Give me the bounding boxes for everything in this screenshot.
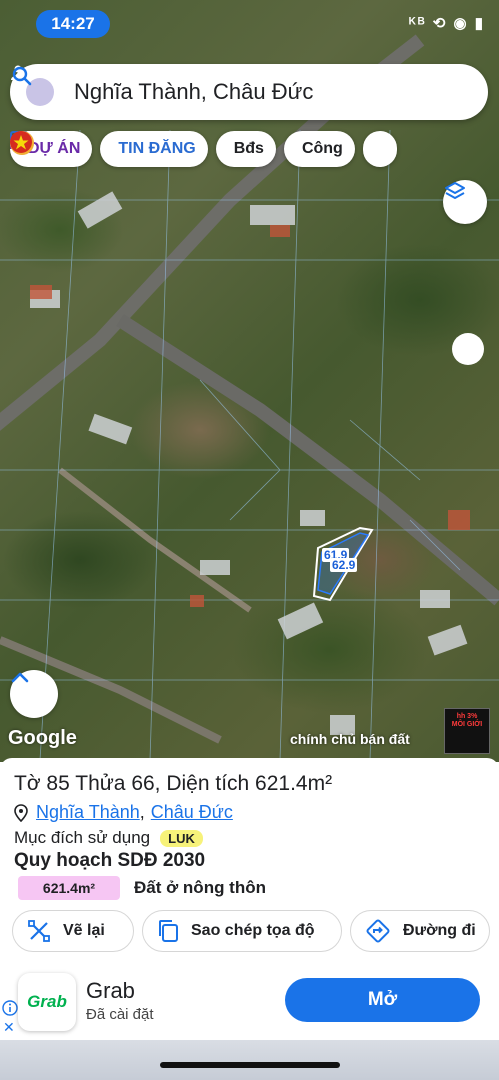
chip-tin-dang-label: TIN ĐĂNG — [118, 140, 196, 157]
copy-coords-label: Sao chép tọa độ — [191, 922, 315, 939]
copy-icon — [157, 919, 179, 943]
land-use-purpose: Mục đích sử dụng LUK — [14, 828, 203, 848]
search-icon[interactable] — [10, 64, 34, 88]
chip-bds[interactable]: Bđs — [10, 131, 276, 167]
google-logo: Google — [8, 727, 77, 749]
chip-cong-label: Công — [301, 140, 343, 157]
status-time: 14:27 — [36, 10, 110, 38]
home-indicator[interactable] — [160, 1062, 340, 1068]
status-icons: ᴷᴮ ⟲ ◉ ▮ — [408, 15, 485, 32]
area-description: Đất ở nông thôn — [134, 878, 266, 897]
layers-icon — [445, 182, 465, 199]
parcel-title: Tờ 85 Thửa 66, Diện tích 621.4m² — [14, 772, 333, 795]
redraw-label: Vẽ lại — [63, 922, 105, 939]
redraw-button[interactable]: Vẽ lại — [12, 910, 134, 952]
ad-app-status: Đã cài đặt — [86, 1006, 154, 1023]
plan-area-row: 621.4m² Đất ở nông thôn — [18, 876, 266, 900]
ad-app-name: Grab — [86, 978, 135, 1003]
search-bar[interactable]: Nghĩa Thành, Châu Đức — [10, 64, 488, 120]
location-pin-icon — [14, 803, 28, 822]
plan-title: Quy hoạch SDĐ 2030 — [14, 850, 206, 871]
map-marker-dot[interactable] — [452, 333, 484, 365]
chevron-up-icon — [11, 672, 29, 683]
app-ad-banner[interactable]: ✕ Grab Grab Đã cài đặt Mở — [0, 970, 499, 1040]
ad-open-button[interactable]: Mở — [285, 978, 480, 1022]
parcel-info-panel: Tờ 85 Thửa 66, Diện tích 621.4m² Nghĩa T… — [0, 758, 499, 970]
redraw-icon — [27, 919, 51, 943]
parcel-location: Nghĩa Thành , Châu Đức — [14, 802, 233, 823]
district-link[interactable]: Châu Đức — [151, 802, 233, 823]
directions-icon — [365, 918, 391, 944]
map-watermark: chính chủ bán đất — [290, 731, 410, 747]
parcel-grid — [0, 129, 499, 761]
road-dirt — [58, 467, 252, 613]
directions-label: Đường đi — [403, 922, 476, 939]
ad-thumb-line2: MÔI GIỚI — [451, 721, 483, 729]
purpose-label: Mục đích sử dụng — [14, 828, 151, 847]
bottom-faded-area — [0, 1040, 499, 1080]
lot-width-label: 62.9 — [330, 558, 358, 572]
layers-button[interactable] — [443, 180, 487, 224]
grab-logo: Grab — [18, 973, 76, 1031]
commune-link[interactable]: Nghĩa Thành — [36, 802, 140, 823]
location-separator: , — [139, 802, 145, 822]
buildings — [30, 191, 468, 735]
chip-cong[interactable]: Công — [10, 131, 355, 167]
area-badge: 621.4m² — [18, 876, 120, 900]
action-row: Vẽ lại Sao chép tọa độ Đường đi — [0, 910, 499, 952]
map-ad-thumbnail[interactable]: hh 3% MÔI GIỚI — [444, 708, 490, 754]
search-query[interactable]: Nghĩa Thành, Châu Đức — [74, 79, 472, 105]
filter-chips: DỰ ÁN TIN ĐĂNG Bđs Công — [10, 131, 397, 167]
chip-tin-dang[interactable]: TIN ĐĂNG — [10, 131, 208, 167]
ad-info-icon[interactable] — [2, 1000, 18, 1016]
purpose-code-badge: LUK — [160, 829, 203, 847]
chip-bds-label: Bđs — [233, 140, 264, 157]
chip-flag[interactable] — [10, 131, 397, 167]
copy-coords-button[interactable]: Sao chép tọa độ — [142, 910, 342, 952]
satellite-map[interactable]: 61.9 62.9 14:27 ᴷᴮ ⟲ ◉ ▮ Nghĩa Thành, Ch… — [0, 0, 499, 762]
chip-du-an-label: DỰ ÁN — [28, 140, 81, 157]
directions-button[interactable]: Đường đi — [350, 910, 490, 952]
expand-up-button[interactable] — [10, 670, 58, 718]
ad-close-icon[interactable]: ✕ — [3, 1019, 15, 1036]
